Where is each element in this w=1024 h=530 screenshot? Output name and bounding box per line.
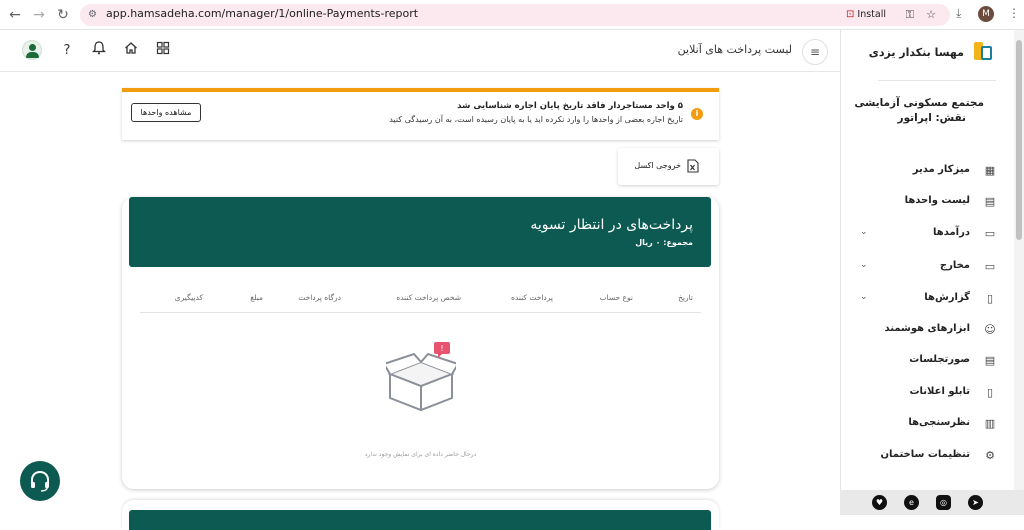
sidebar-item-minutes[interactable]: ▤ صورتجلسات <box>850 351 998 371</box>
brand-name: مهسا بنکدار یزدی <box>868 46 964 59</box>
sidebar-divider <box>840 30 850 515</box>
home-icon[interactable] <box>121 41 141 61</box>
bookmark-star-icon[interactable]: ☆ <box>926 8 936 21</box>
notice-board-icon: ▯ <box>986 386 994 399</box>
info-icon: i <box>691 108 703 120</box>
sidebar-item-label: لیست واحدها <box>904 195 970 206</box>
excel-file-icon <box>687 159 699 173</box>
report-icon: ▯ <box>986 292 994 305</box>
column-header[interactable]: تاریخ <box>678 293 693 302</box>
support-headset-button[interactable] <box>20 461 60 501</box>
dashboard-icon: ▦ <box>984 164 996 177</box>
column-header[interactable]: مبلغ <box>250 293 263 302</box>
chevron-down-icon: ⌄ <box>860 292 868 302</box>
empty-state-text: درحال حاضر داده ای برای نمایش وجود ندارد <box>364 451 477 458</box>
forward-icon[interactable]: → <box>30 6 48 24</box>
app-topbar: ? لیست پرداخت های آنلاین ≡ <box>0 30 840 72</box>
excel-export-label: خروجی اکسل <box>634 161 681 170</box>
svg-text:!: ! <box>440 344 443 353</box>
card-title: پرداخت‌های در انتظار تسویه <box>530 217 693 233</box>
help-icon[interactable]: ? <box>57 41 77 61</box>
sidebar-item-label: مخارج <box>939 260 970 271</box>
sidebar-item-dashboard[interactable]: ▦ میزکار مدیر <box>850 161 998 181</box>
chevron-down-icon: ⌄ <box>860 227 868 237</box>
minutes-icon: ▤ <box>984 354 996 367</box>
sidebar-scrollbar[interactable] <box>1014 30 1024 490</box>
sidebar-item-label: صورتجلسات <box>909 354 970 365</box>
instagram-icon[interactable]: ◎ <box>936 495 951 510</box>
sidebar-item-label: ابزارهای هوشمند <box>884 323 970 334</box>
profile-avatar[interactable]: M <box>978 6 994 22</box>
notification-bell-icon[interactable] <box>89 41 109 61</box>
brand-logo-icon <box>972 40 994 64</box>
column-header[interactable]: کدپیگیری <box>175 293 203 302</box>
view-units-button[interactable]: مشاهده واحدها <box>131 103 201 122</box>
eitaa-icon[interactable]: e <box>904 495 919 510</box>
browser-menu-icon[interactable]: ⋮ <box>1008 6 1020 20</box>
social-links-bar: ♥ e ◎ ➤ <box>840 490 1024 515</box>
user-avatar-icon[interactable] <box>22 40 42 60</box>
sidebar-item-building-settings[interactable]: ⚙ تنظیمات ساختمان <box>850 446 998 466</box>
sidebar-item-label: درآمدها <box>933 227 970 238</box>
complex-name: مجتمع مسکونی آزمایشی <box>854 97 984 109</box>
excel-export-button[interactable]: خروجی اکسل <box>618 148 719 185</box>
column-header[interactable]: درگاه پرداخت <box>298 293 341 302</box>
card-header: پرداخت‌های در انتظار تسویه مجموع: ۰ ریال <box>129 197 711 267</box>
virgool-icon[interactable]: ♥ <box>872 495 887 510</box>
sidebar: مهسا بنکدار یزدی مجتمع مسکونی آزمایشی نق… <box>850 30 1014 490</box>
headset-icon <box>31 470 49 492</box>
robot-icon: ☺ <box>984 323 996 336</box>
building-icon: ▤ <box>984 195 996 208</box>
install-app-icon: ⊡ <box>846 9 855 20</box>
pending-payments-card: پرداخت‌های در انتظار تسویه مجموع: ۰ ریال… <box>122 197 719 489</box>
browser-toolbar: ← → ↻ ⚙ app.hamsadeha.com/manager/1/onli… <box>0 0 1024 30</box>
sidebar-item-income[interactable]: ⌄ ▭ درآمدها <box>850 224 998 244</box>
sidebar-item-label: تابلو اعلانات <box>909 386 970 397</box>
alert-description: تاریخ اجاره بعضی از واحدها را وارد نکرده… <box>389 115 683 124</box>
grid-apps-icon[interactable] <box>153 41 173 61</box>
next-card <box>122 500 719 530</box>
sidebar-item-smart-tools[interactable]: ☺ ابزارهای هوشمند <box>850 320 998 340</box>
table-header: تاریخ نوع حساب پرداخت کننده شخص پرداخت ک… <box>140 293 701 313</box>
telegram-icon[interactable]: ➤ <box>968 495 983 510</box>
sidebar-item-units[interactable]: ▤ لیست واحدها <box>850 192 998 212</box>
menu-toggle-icon[interactable]: ≡ <box>802 39 828 65</box>
site-info-icon[interactable]: ⚙ <box>88 9 97 20</box>
expense-card-icon: ▭ <box>984 260 996 273</box>
alert-title: ۵ واحد مستاجردار فاقد تاریخ پایان اجاره … <box>457 101 683 111</box>
scrollbar-thumb[interactable] <box>1016 40 1022 240</box>
sidebar-item-expenses[interactable]: ⌄ ▭ مخارج <box>850 257 998 277</box>
column-header[interactable]: نوع حساب <box>600 293 634 302</box>
sidebar-item-polls[interactable]: ▥ نظرسنجی‌ها <box>850 414 998 434</box>
rent-warning-alert: i ۵ واحد مستاجردار فاقد تاریخ پایان اجار… <box>122 88 719 140</box>
sidebar-item-label: تنظیمات ساختمان <box>880 449 970 460</box>
address-bar[interactable]: ⚙ app.hamsadeha.com/manager/1/online-Pay… <box>80 4 950 26</box>
card-total: مجموع: ۰ ریال <box>635 238 693 247</box>
download-icon[interactable]: ⤓ <box>956 6 961 21</box>
back-icon[interactable]: ← <box>6 6 24 24</box>
settings-icon: ⚙ <box>985 449 995 462</box>
sidebar-item-notice-board[interactable]: ▯ تابلو اعلانات <box>850 383 998 403</box>
poll-icon: ▥ <box>984 417 996 430</box>
brand-divider <box>878 80 996 81</box>
user-role: نقش: اپراتور <box>897 112 966 124</box>
income-card-icon: ▭ <box>984 227 996 240</box>
url-text[interactable]: app.hamsadeha.com/manager/1/online-Payme… <box>106 7 418 20</box>
column-header[interactable]: پرداخت کننده <box>511 293 553 302</box>
sidebar-item-label: نظرسنجی‌ها <box>908 417 970 428</box>
page-title: لیست پرداخت های آنلاین <box>677 43 792 56</box>
password-key-icon[interactable]: ⚿ <box>906 8 914 22</box>
chevron-down-icon: ⌄ <box>860 260 868 270</box>
next-card-header <box>129 510 711 530</box>
sidebar-item-label: میزکار مدیر <box>912 164 970 175</box>
install-label: Install <box>857 9 886 20</box>
column-header[interactable]: شخص پرداخت کننده <box>396 293 461 302</box>
sidebar-item-reports[interactable]: ⌄ ▯ گزارش‌ها <box>850 289 998 309</box>
reload-icon[interactable]: ↻ <box>54 6 72 24</box>
sidebar-item-label: گزارش‌ها <box>924 292 970 303</box>
install-button[interactable]: ⊡ Install <box>840 7 892 23</box>
empty-box-icon: ! <box>382 342 460 412</box>
